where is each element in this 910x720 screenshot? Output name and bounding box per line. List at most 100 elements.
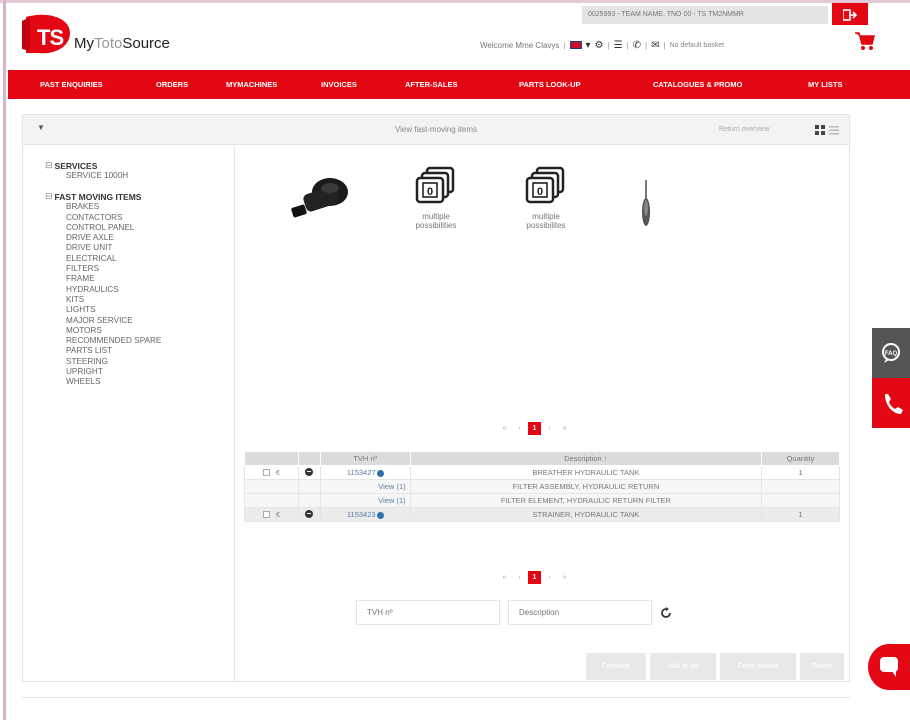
tvh-cell[interactable]: View (1) bbox=[319, 479, 411, 494]
phone-icon[interactable]: ✆ bbox=[633, 40, 641, 51]
view-link[interactable]: View (1) bbox=[378, 482, 405, 491]
nav-mymachines[interactable]: MYMACHINES bbox=[226, 80, 277, 89]
tree-leaf-control-panel[interactable]: CONTROL PANEL bbox=[66, 223, 234, 233]
mytotosource-logo[interactable]: TS MyTotoSource bbox=[20, 13, 170, 57]
chat-widget-button[interactable] bbox=[868, 644, 910, 690]
tree-leaf-lights[interactable]: LIGHTS bbox=[66, 305, 234, 315]
refresh-icon[interactable] bbox=[660, 606, 672, 619]
prev-page-button[interactable]: ‹ bbox=[513, 571, 526, 584]
tvh-cell[interactable]: 1153423 bbox=[319, 507, 411, 522]
chevron-down-icon[interactable]: ▾ bbox=[586, 40, 591, 51]
gear-icon[interactable]: ⚙ bbox=[595, 40, 604, 51]
faq-side-button[interactable]: FAQ bbox=[872, 328, 910, 378]
page-1-button[interactable]: 1 bbox=[528, 422, 541, 435]
default-basket-label[interactable]: No default basket bbox=[670, 42, 724, 49]
tree-leaf-upright[interactable]: UPRIGHT bbox=[66, 367, 234, 377]
tree-leaf-contactors[interactable]: CONTACTORS bbox=[66, 213, 234, 223]
tree-leaf-major-service[interactable]: MAJOR SERVICE bbox=[66, 316, 234, 326]
next-page-button[interactable]: › bbox=[543, 571, 556, 584]
separator: | bbox=[626, 40, 629, 50]
logout-button[interactable] bbox=[832, 3, 868, 25]
tree-leaf-filters[interactable]: FILTERS bbox=[66, 264, 234, 274]
collapse-minus-icon[interactable]: ⊟ bbox=[45, 191, 53, 202]
parts-content: 0 multiple possibilities 0 multiple possib… bbox=[236, 146, 849, 682]
grid-view-icon[interactable] bbox=[815, 125, 825, 135]
page-1-button[interactable]: 1 bbox=[528, 571, 541, 584]
compare-button[interactable]: Compare bbox=[586, 653, 646, 680]
tree-leaf-electrical[interactable]: ELECTRICAL bbox=[66, 254, 234, 264]
view-link[interactable]: View (1) bbox=[378, 496, 405, 505]
col-header-description[interactable]: Description ↑ bbox=[409, 451, 763, 466]
nav-invoices[interactable]: INVOICES bbox=[321, 80, 357, 89]
separator: | bbox=[645, 40, 648, 50]
first-page-button[interactable]: « bbox=[498, 422, 511, 435]
last-page-button[interactable]: » bbox=[558, 422, 571, 435]
tree-leaf-motors[interactable]: MOTORS bbox=[66, 326, 234, 336]
tree-node-fast-moving-items[interactable]: ⊟ FAST MOVING ITEMS bbox=[45, 191, 234, 202]
logo-ts-text: TS bbox=[37, 25, 64, 50]
next-page-button[interactable]: › bbox=[543, 422, 556, 435]
mail-icon[interactable]: ✉ bbox=[651, 40, 659, 51]
order-basket-button[interactable]: Order basket bbox=[720, 653, 796, 680]
uk-flag-icon[interactable] bbox=[569, 41, 582, 49]
info-icon[interactable] bbox=[376, 469, 384, 477]
collapse-minus-icon[interactable]: ⊟ bbox=[45, 160, 53, 171]
euro-price-icon[interactable]: € bbox=[276, 510, 280, 519]
quantity-cell[interactable]: 1 bbox=[761, 507, 840, 522]
part-thumbnail-multiple-2[interactable]: 0 multiple possibilites bbox=[506, 166, 586, 230]
add-to-list-button[interactable]: Add to list bbox=[650, 653, 716, 680]
tree-leaf-parts-list[interactable]: PARTS LIST bbox=[66, 346, 234, 356]
prev-page-button[interactable]: ‹ bbox=[513, 422, 526, 435]
description-input[interactable] bbox=[508, 600, 652, 625]
col-header-quantity[interactable]: Quantity bbox=[761, 451, 840, 466]
delete-button[interactable]: Delete bbox=[800, 653, 844, 680]
menu-list-icon[interactable]: ☰ bbox=[614, 40, 623, 51]
tree-leaf-recommended-spare[interactable]: RECOMMENDED SPARE bbox=[66, 336, 234, 346]
return-overview-link[interactable]: Return overview bbox=[719, 126, 770, 133]
part-thumbnail-multiple-1[interactable]: 0 multiple possibilities bbox=[396, 166, 476, 230]
table-row: View (1) FILTER ELEMENT, HYDRAULIC RETUR… bbox=[244, 493, 840, 508]
thumbnail-caption: multiple possibilites bbox=[526, 212, 566, 230]
multiple-possibilities-icon: 0 bbox=[415, 166, 455, 204]
tree-leaf-drive-axle[interactable]: DRIVE AXLE bbox=[66, 233, 234, 243]
first-page-button[interactable]: « bbox=[498, 571, 511, 584]
row-add-cell bbox=[297, 493, 321, 508]
col-header-tvh[interactable]: TVH nº bbox=[319, 451, 411, 466]
chat-icon bbox=[880, 657, 898, 677]
tree-leaf-service-1000h[interactable]: SERVICE 1000H bbox=[66, 171, 234, 181]
tree-leaf-hydraulics[interactable]: HYDRAULICS bbox=[66, 285, 234, 295]
list-view-icon[interactable] bbox=[829, 125, 839, 135]
nav-my-lists[interactable]: MY LISTS bbox=[808, 80, 842, 89]
info-icon[interactable] bbox=[376, 511, 384, 519]
account-selector[interactable]: 0025993 - TEAM NAME, TNO 00 - TS TM2NMMR bbox=[582, 6, 828, 24]
cart-icon[interactable] bbox=[854, 30, 876, 52]
tree-leaf-frame[interactable]: FRAME bbox=[66, 274, 234, 284]
last-page-button[interactable]: » bbox=[558, 571, 571, 584]
row-add-cell bbox=[297, 507, 321, 522]
add-to-basket-icon[interactable] bbox=[305, 467, 314, 476]
euro-price-icon[interactable]: € bbox=[276, 468, 280, 477]
row-checkbox[interactable] bbox=[262, 510, 270, 518]
nav-after-sales[interactable]: AFTER-SALES bbox=[405, 80, 458, 89]
row-checkbox[interactable] bbox=[262, 468, 270, 476]
nav-catalogues-promo[interactable]: CATALOGUES & PROMO bbox=[653, 80, 742, 89]
quantity-cell[interactable]: 1 bbox=[761, 465, 840, 480]
tree-leaf-brakes[interactable]: BRAKES bbox=[66, 202, 234, 212]
nav-parts-lookup[interactable]: PARTS LOOK-UP bbox=[519, 80, 581, 89]
part-thumbnail-breather[interactable] bbox=[286, 170, 356, 228]
tree-leaf-drive-unit[interactable]: DRIVE UNIT bbox=[66, 243, 234, 253]
nav-orders[interactable]: ORDERS bbox=[156, 80, 188, 89]
tvh-cell[interactable]: View (1) bbox=[319, 493, 411, 508]
part-thumbnail-strainer[interactable] bbox=[639, 178, 653, 230]
phone-side-button[interactable] bbox=[872, 378, 910, 428]
tree-leaf-steering[interactable]: STEERING bbox=[66, 357, 234, 367]
tvh-number-input[interactable] bbox=[356, 600, 500, 625]
add-to-basket-icon[interactable] bbox=[305, 509, 314, 518]
tree-leaf-wheels[interactable]: WHEELS bbox=[66, 377, 234, 387]
tree-node-services[interactable]: ⊟ SERVICES bbox=[45, 160, 234, 171]
tree-leaf-kits[interactable]: KITS bbox=[66, 295, 234, 305]
tvh-cell[interactable]: 1153427 bbox=[319, 465, 411, 480]
quantity-cell bbox=[761, 479, 840, 494]
nav-past-enquiries[interactable]: PAST ENQUIRIES bbox=[40, 80, 103, 89]
logout-icon bbox=[842, 8, 858, 21]
